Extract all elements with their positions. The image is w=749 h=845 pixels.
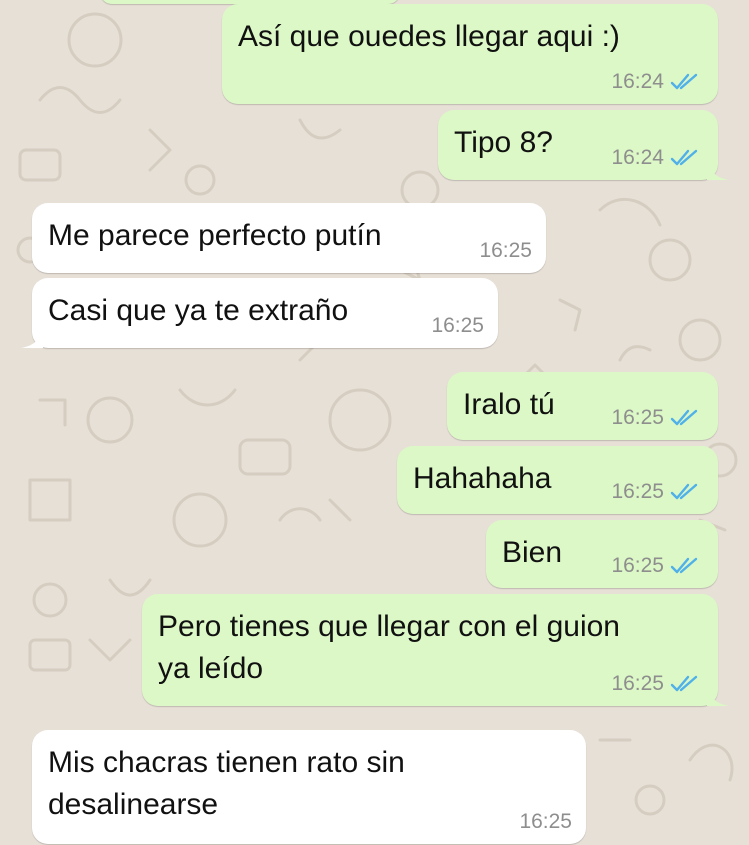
- message-line: ya leído: [158, 652, 264, 685]
- message-time: 16:25: [431, 314, 484, 337]
- message-meta: 16:25: [611, 480, 700, 504]
- message-text: Me parece perfecto putín: [48, 219, 382, 252]
- double-check-icon: [670, 409, 698, 426]
- message-meta: 16:25: [479, 239, 532, 263]
- message-text: Mis chacras tienen rato sin desalinearse: [48, 742, 405, 826]
- double-check-icon: [670, 483, 698, 500]
- message-text: Iralo tú: [463, 388, 555, 421]
- message-time: 16:24: [611, 146, 664, 169]
- message-meta: 16:25: [431, 314, 484, 338]
- message-bubble-incoming[interactable]: Casi que ya te extraño 16:25: [21, 278, 498, 348]
- message-time: 16:25: [611, 480, 664, 503]
- message-line: desalinearse: [48, 788, 219, 821]
- bubble-tail: [707, 684, 729, 706]
- message-time: 16:25: [611, 554, 664, 577]
- message-text: Así que ouedes llegar aqui :): [238, 20, 620, 53]
- message-text: Bien: [502, 536, 563, 569]
- message-time: 16:24: [611, 70, 664, 93]
- bubble-tail: [707, 158, 729, 180]
- message-text: Tipo 8?: [454, 126, 553, 159]
- message-text: Hahahaha: [413, 462, 552, 495]
- message-bubble-outgoing[interactable]: Así que ouedes llegar aqui :) 16:24: [222, 4, 718, 104]
- message-bubble-outgoing[interactable]: Bien 16:25: [486, 520, 718, 588]
- message-meta: 16:25: [611, 554, 700, 578]
- message-line: Pero tienes que llegar con el guion: [158, 610, 620, 643]
- message-line: Mis chacras tienen rato sin: [48, 746, 405, 779]
- message-time: 16:25: [611, 406, 664, 429]
- message-meta: 16:24: [611, 70, 700, 94]
- message-bubble-outgoing[interactable]: Hahahaha 16:25: [397, 446, 718, 514]
- double-check-icon: [670, 149, 698, 166]
- message-bubble-incoming[interactable]: Me parece perfecto putín 16:25: [32, 203, 546, 273]
- message-time: 16:25: [519, 810, 572, 833]
- message-bubble-outgoing[interactable]: Iralo tú 16:25: [447, 372, 718, 440]
- message-meta: 16:25: [519, 810, 572, 834]
- double-check-icon: [670, 557, 698, 574]
- message-meta: 16:25: [611, 406, 700, 430]
- message-bubble-outgoing[interactable]: Pero tienes que llegar con el guion ya l…: [142, 594, 729, 706]
- bubble-tail: [21, 326, 43, 348]
- message-text: Pero tienes que llegar con el guion ya l…: [158, 606, 620, 690]
- message-time: 16:25: [611, 672, 664, 695]
- double-check-icon: [670, 675, 698, 692]
- message-meta: 16:25: [611, 672, 700, 696]
- double-check-icon: [670, 73, 698, 90]
- message-text: Casi que ya te extraño: [48, 294, 349, 327]
- message-bubble-incoming[interactable]: Mis chacras tienen rato sin desalinearse…: [32, 730, 586, 844]
- message-meta: 16:24: [611, 146, 700, 170]
- message-time: 16:25: [479, 239, 532, 262]
- message-bubble-outgoing[interactable]: Tipo 8? 16:24: [438, 110, 729, 180]
